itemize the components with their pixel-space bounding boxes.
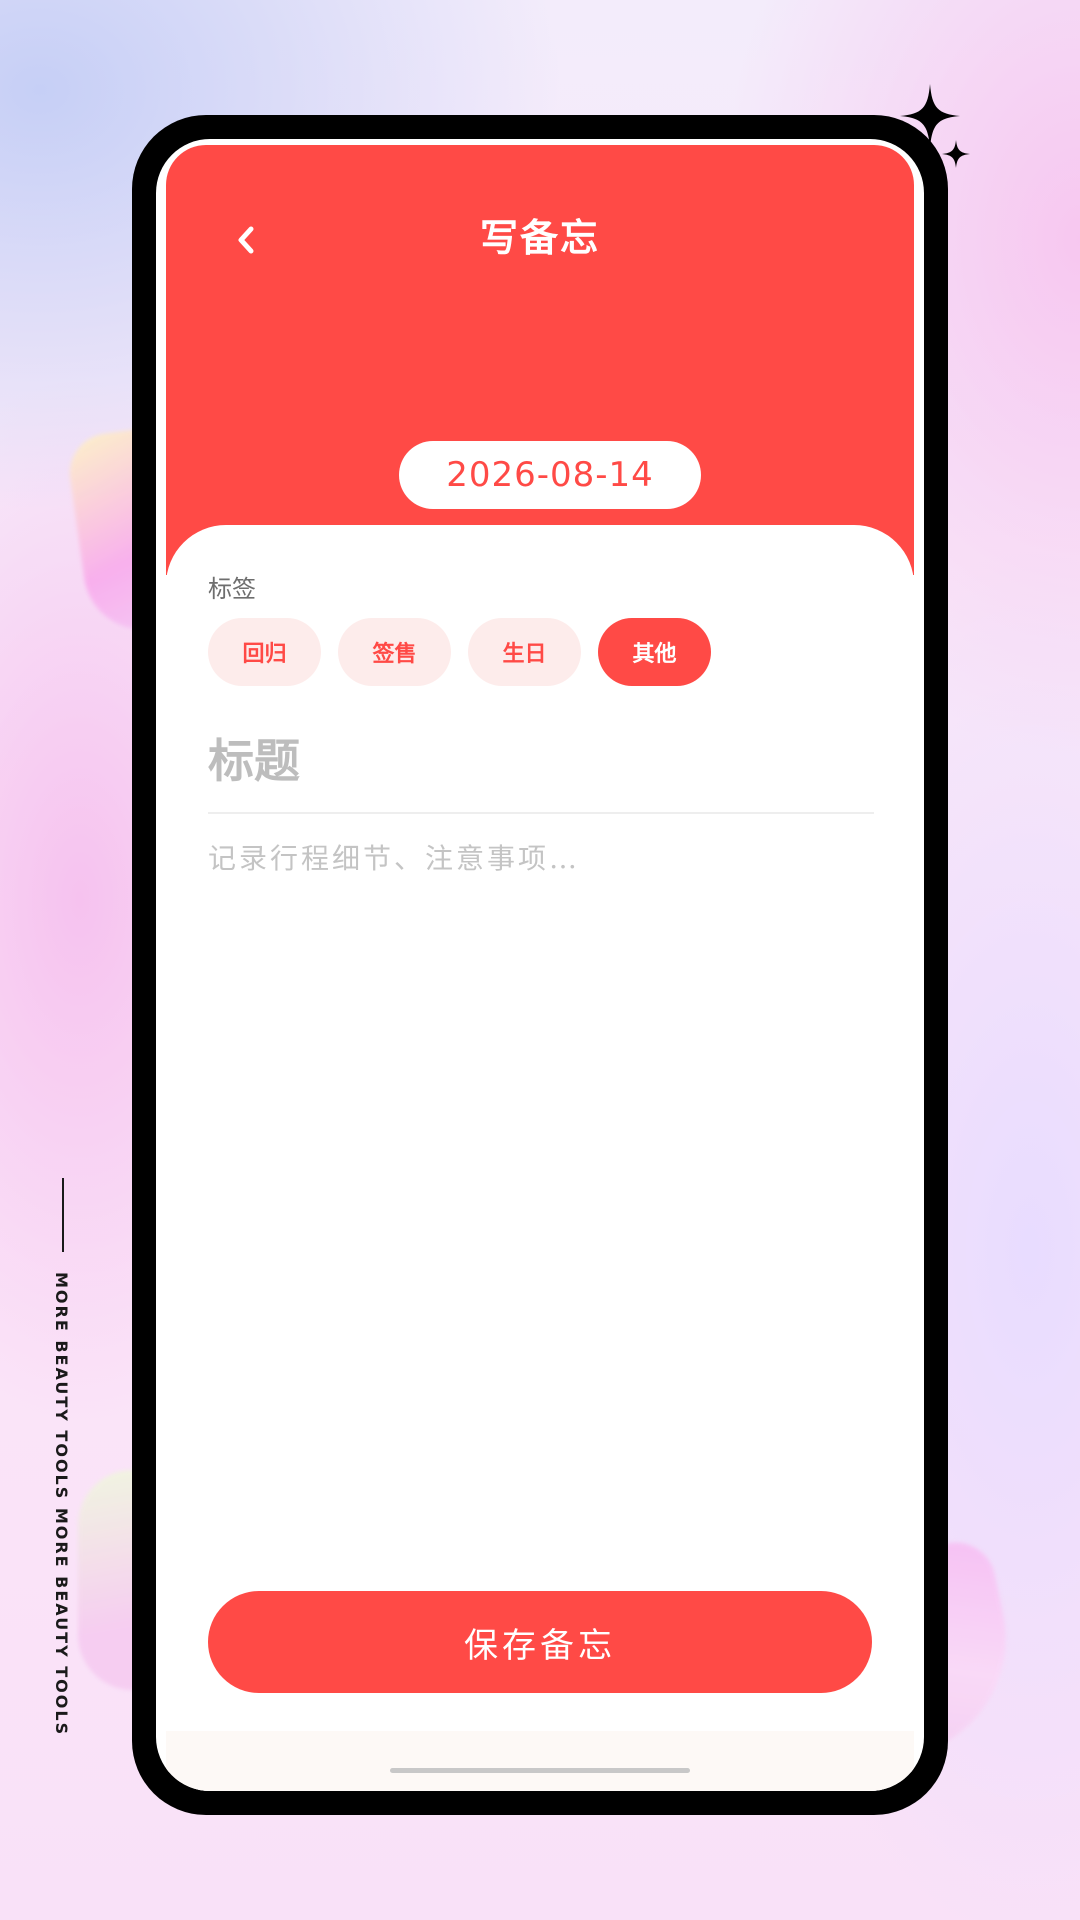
header-background: 写备忘 2026-08-14 bbox=[166, 145, 914, 575]
home-indicator[interactable] bbox=[390, 1768, 690, 1773]
tag-chip[interactable]: 签售 bbox=[338, 618, 451, 686]
tag-chip[interactable]: 回归 bbox=[208, 618, 321, 686]
page-title: 写备忘 bbox=[479, 215, 600, 260]
phone-frame: 写备忘 2026-08-14 标签 回归 签售 生日 其他 标题 记录行程细节、… bbox=[132, 115, 948, 1815]
tag-chip[interactable]: 生日 bbox=[468, 618, 581, 686]
content-textarea[interactable]: 记录行程细节、注意事项… bbox=[208, 837, 872, 1557]
side-decor-text: MORE BEAUTY TOOLS MORE BEAUTY TOOLS bbox=[52, 1272, 71, 1737]
save-memo-button[interactable]: 保存备忘 bbox=[208, 1591, 872, 1693]
tag-list: 回归 签售 生日 其他 bbox=[208, 618, 711, 686]
tags-label: 标签 bbox=[208, 575, 256, 603]
side-decor-line bbox=[62, 1178, 64, 1252]
bottom-bar bbox=[166, 1731, 914, 1791]
title-input[interactable]: 标题 bbox=[208, 723, 872, 793]
divider bbox=[208, 812, 874, 814]
tag-chip-selected[interactable]: 其他 bbox=[598, 618, 711, 686]
date-picker[interactable]: 2026-08-14 bbox=[399, 441, 701, 509]
app-screen: 写备忘 2026-08-14 标签 回归 签售 生日 其他 标题 记录行程细节、… bbox=[156, 139, 924, 1791]
